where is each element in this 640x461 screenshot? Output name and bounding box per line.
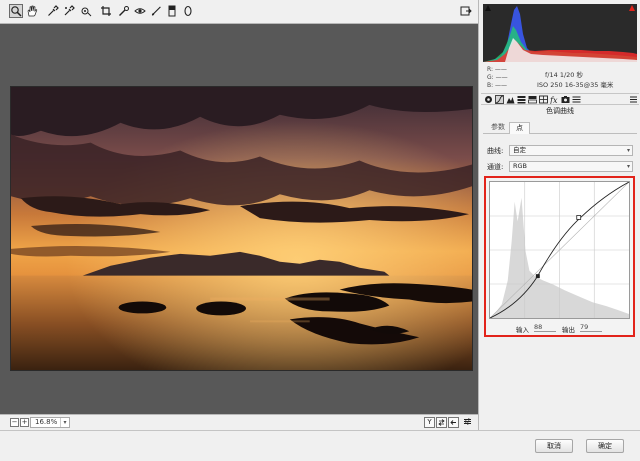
ok-button[interactable]: 确定	[586, 439, 624, 453]
hand-icon[interactable]	[25, 4, 39, 18]
adjustment-panel: R: —— G: —— B: —— f/14 1/20 秒 ISO 250 16…	[478, 0, 640, 430]
hsl-panel-icon[interactable]	[517, 95, 526, 104]
tone-curve-panel-icon[interactable]	[495, 95, 504, 104]
eyedropper-icon[interactable]	[46, 4, 60, 18]
curve-preset-value: 自定	[513, 146, 526, 154]
channel-label: 通道:	[487, 163, 504, 171]
panel-title: 色调曲线	[546, 107, 574, 115]
output-value[interactable]: 79	[580, 323, 602, 332]
shadow-clipping-icon[interactable]	[484, 4, 492, 12]
effects-panel-icon[interactable]: fx	[549, 95, 559, 105]
swap-settings-icon[interactable]	[436, 417, 447, 428]
channel-value: RGB	[513, 162, 528, 170]
detail-panel-icon[interactable]	[506, 95, 515, 104]
graduated-filter-icon[interactable]	[165, 4, 179, 18]
zoom-out-button[interactable]: −	[10, 418, 19, 427]
exposure-info: f/14 1/20 秒	[545, 71, 583, 79]
presets-panel-icon[interactable]	[572, 95, 581, 104]
lens-corrections-panel-icon[interactable]	[539, 95, 548, 104]
split-toning-panel-icon[interactable]	[528, 95, 537, 104]
sliders-icon[interactable]	[462, 417, 473, 428]
tone-curve-highlight-frame: 输入 88 输出 79	[484, 176, 635, 337]
tool-bar	[0, 0, 478, 24]
highlight-clipping-icon[interactable]	[628, 4, 636, 12]
open-preferences-icon[interactable]	[459, 4, 473, 18]
histogram	[483, 4, 637, 62]
tab-point[interactable]: 点	[509, 122, 530, 134]
preview-canvas[interactable]	[0, 24, 478, 414]
brush-icon[interactable]	[149, 4, 163, 18]
blue-readout: B: ——	[487, 82, 508, 89]
input-output-row: 输入 88 输出 79	[486, 322, 633, 334]
color-sampler-icon[interactable]	[62, 4, 76, 18]
red-eye-icon[interactable]	[133, 4, 147, 18]
green-readout: G: ——	[487, 74, 508, 81]
tab-parametric[interactable]: 参数	[485, 122, 511, 134]
panel-menu-icon[interactable]	[629, 95, 638, 104]
zoom-icon[interactable]	[9, 4, 23, 18]
channel-select[interactable]: RGB ▾	[509, 161, 633, 172]
red-readout: R: ——	[487, 66, 507, 73]
svg-text:fx: fx	[550, 96, 558, 104]
curve-preset-select[interactable]: 自定 ▾	[509, 145, 633, 156]
chevron-down-icon: ▾	[626, 147, 630, 154]
chevron-down-icon: ▾	[60, 418, 69, 427]
cancel-button[interactable]: 取消	[535, 439, 573, 453]
zoom-level-value: 16.8%	[35, 418, 58, 426]
input-label: 输入	[516, 326, 529, 334]
readout: R: —— G: —— B: —— f/14 1/20 秒 ISO 250 16…	[483, 64, 637, 92]
output-label: 输出	[562, 326, 575, 334]
copy-settings-icon[interactable]	[448, 417, 459, 428]
spot-removal-icon[interactable]	[117, 4, 131, 18]
zoom-level-dropdown[interactable]: 16.8% ▾	[30, 417, 70, 428]
panel-tab-strip: fx	[481, 93, 639, 105]
before-after-toggle-button[interactable]: Y	[424, 417, 435, 428]
curve-preset-row: 曲线: 自定 ▾	[487, 145, 635, 156]
dialog-footer: 取消 确定	[0, 430, 640, 461]
radial-filter-icon[interactable]	[181, 4, 195, 18]
crop-icon[interactable]	[99, 4, 113, 18]
target-adjust-icon[interactable]	[79, 4, 93, 18]
zoom-in-button[interactable]: +	[20, 418, 29, 427]
tone-curve-editor[interactable]	[489, 181, 630, 319]
basic-panel-icon[interactable]	[484, 95, 493, 104]
input-value[interactable]: 88	[534, 323, 556, 332]
sunset-photo[interactable]	[10, 86, 473, 371]
curve-mode-tabs: 参数 点	[483, 120, 637, 134]
lens-info: ISO 250 16-35@35 毫米	[537, 81, 614, 89]
channel-row: 通道: RGB ▾	[487, 161, 635, 172]
status-bar: − + 16.8% ▾ Y	[0, 414, 478, 430]
chevron-down-icon: ▾	[626, 163, 630, 170]
curve-preset-label: 曲线:	[487, 147, 504, 155]
camera-calibration-panel-icon[interactable]	[561, 95, 570, 104]
